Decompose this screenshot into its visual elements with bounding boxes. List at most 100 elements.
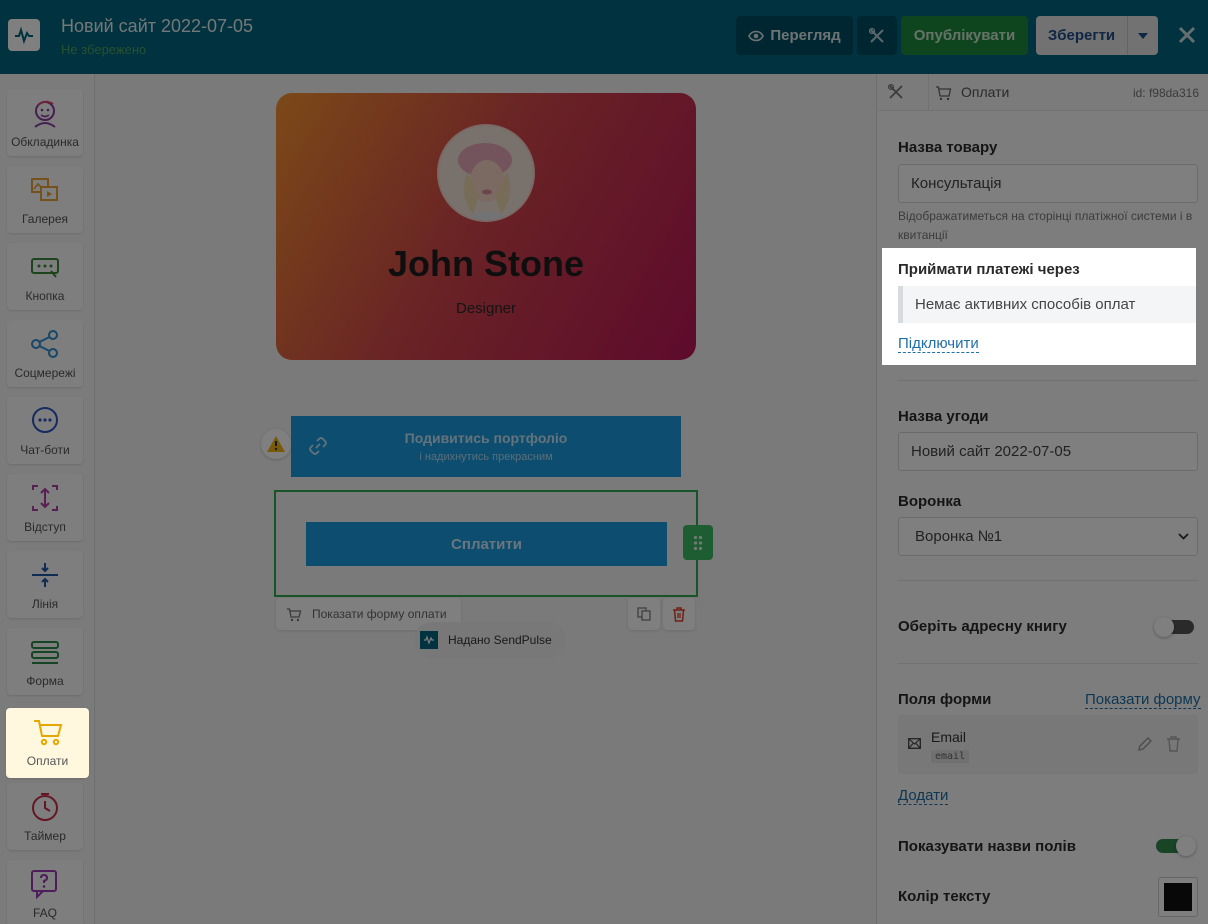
tools-icon [868, 27, 884, 43]
trash-icon[interactable] [1166, 736, 1181, 752]
sidebar-item-label: Кнопка [25, 289, 65, 303]
save-options-dropdown[interactable] [1127, 16, 1158, 55]
cart-icon [33, 720, 62, 746]
sidebar-item-line[interactable]: Лінія [7, 551, 83, 618]
warning-indicator[interactable] [261, 429, 291, 459]
form-fields-label: Поля форми [898, 691, 992, 708]
form-field-name: Email [931, 729, 967, 745]
sidebar-item-label: Таймер [24, 829, 66, 843]
connect-payments-link[interactable]: Підключити [898, 335, 979, 353]
sidebar-item-gallery[interactable]: Галерея [7, 166, 83, 233]
no-payment-methods-notice: Немає активних способів оплат [898, 286, 1196, 323]
cover-block[interactable]: John Stone Designer [276, 93, 696, 360]
gallery-icon [31, 178, 58, 201]
text-color-swatch[interactable] [1158, 877, 1198, 917]
sidebar-item-cover[interactable]: Обкладинка [7, 89, 83, 156]
profile-name: John Stone [388, 243, 584, 284]
funnel-label: Воронка [898, 493, 962, 510]
breadcrumb-separator [919, 74, 929, 111]
sendpulse-mini-logo-icon [420, 631, 438, 649]
payment-methods-section: Приймати платежі через Немає активних сп… [882, 248, 1196, 365]
divider [898, 663, 1198, 664]
publish-button[interactable]: Опублікувати [901, 16, 1028, 55]
pencil-icon[interactable] [1137, 736, 1153, 752]
block-id: id: f98da316 [1132, 86, 1199, 100]
preview-button[interactable]: Перегляд [736, 16, 853, 55]
button-icon [31, 258, 59, 278]
drag-dots-icon [693, 535, 703, 550]
text-color-fill [1164, 883, 1192, 911]
sidebar-item-faq[interactable]: FAQ [7, 860, 83, 924]
sidebar-item-form[interactable]: Форма [7, 628, 83, 695]
portfolio-button-subtitle: і надихнутись прекрасним [419, 451, 553, 463]
pay-button[interactable]: Сплатити [306, 522, 667, 566]
design-tools-button[interactable] [857, 16, 897, 55]
sidebar-item-spacing[interactable]: Відступ [7, 474, 83, 541]
portfolio-button-title: Подивитись портфоліо [404, 430, 568, 446]
page-canvas: John Stone Designer Подивитись портфоліо… [96, 74, 876, 924]
cart-icon [936, 86, 952, 101]
sidebar-item-label: Галерея [21, 212, 69, 226]
form-field-tag: email [931, 750, 970, 763]
sidebar-item-timer[interactable]: Таймер [7, 783, 83, 850]
chevron-down-icon [1178, 533, 1189, 540]
sidebar-item-label: FAQ [32, 906, 57, 920]
form-field-email[interactable]: Email email [898, 715, 1198, 774]
sidebar-item-chatbots[interactable]: Чат-боти [7, 397, 83, 464]
sidebar-item-label: Соцмережі [14, 366, 76, 380]
spacing-icon [32, 485, 58, 511]
add-field-link[interactable]: Додати [898, 787, 949, 805]
settings-panel: Оплати id: f98da316 Назва товару Консуль… [876, 74, 1208, 924]
address-book-toggle[interactable] [1154, 617, 1194, 637]
share-icon [31, 330, 58, 358]
sidebar-item-label: Чат-боти [20, 443, 70, 457]
powered-by-badge[interactable]: Надано SendPulse [414, 622, 566, 658]
profile-avatar [437, 124, 535, 222]
breadcrumb: Оплати id: f98da316 [877, 74, 1208, 111]
preview-label: Перегляд [770, 27, 841, 44]
blocks-sidebar: Обкладинка Галерея Кнопка Соцмережі Чат-… [0, 74, 95, 924]
save-status: Не збережено [61, 42, 147, 57]
sidebar-item-label: Оплати [26, 754, 69, 768]
top-bar: Новий сайт 2022-07-05 Не збережено Перег… [0, 0, 1208, 74]
payment-block-selected[interactable]: Сплатити [274, 490, 698, 597]
faq-icon [31, 870, 57, 900]
chat-icon [32, 407, 58, 433]
funnel-select[interactable]: Воронка №1 [898, 517, 1198, 556]
funnel-selected-value: Воронка №1 [915, 528, 1003, 545]
accept-payments-label: Приймати платежі через [898, 261, 1080, 278]
product-name-hint: Відображатиметься на сторінці платіжної … [898, 209, 1193, 242]
sidebar-item-social[interactable]: Соцмережі [7, 320, 83, 387]
profile-role: Designer [455, 300, 517, 317]
toggle-knob [1154, 617, 1174, 637]
show-payment-form-label: Показати форму оплати [312, 607, 447, 621]
deal-name-input[interactable]: Новий сайт 2022-07-05 [898, 432, 1198, 471]
portfolio-button[interactable]: Подивитись портфоліо і надихнутись прекр… [291, 416, 681, 477]
warning-icon [267, 436, 285, 452]
show-field-names-toggle[interactable] [1156, 836, 1196, 856]
product-name-label: Назва товару [898, 139, 998, 156]
sidebar-item-payments[interactable]: Оплати [6, 708, 89, 778]
sidebar-item-label: Лінія [31, 597, 59, 611]
eye-icon [748, 30, 765, 41]
delete-block-button[interactable] [663, 598, 695, 630]
deal-name-label: Назва угоди [898, 408, 989, 425]
product-name-input[interactable]: Консультація [898, 164, 1198, 203]
cart-icon [287, 607, 302, 621]
drag-handle[interactable] [683, 525, 713, 560]
divider [898, 380, 1198, 381]
sendpulse-logo-icon[interactable] [8, 19, 40, 51]
close-icon [1178, 26, 1196, 44]
save-button[interactable]: Зберегти [1036, 16, 1127, 55]
sidebar-item-button[interactable]: Кнопка [7, 243, 83, 310]
address-book-label: Оберіть адресну книгу [898, 618, 1067, 635]
sidebar-item-label: Обкладинка [11, 135, 79, 149]
close-button[interactable] [1172, 20, 1202, 50]
site-title: Новий сайт 2022-07-05 [61, 16, 254, 36]
duplicate-block-button[interactable] [628, 598, 660, 630]
show-field-names-label: Показувати назви полів [898, 838, 1076, 855]
divider [898, 580, 1198, 581]
tools-icon[interactable] [887, 83, 905, 101]
copy-icon [637, 607, 651, 621]
show-form-link[interactable]: Показати форму [1085, 691, 1201, 709]
